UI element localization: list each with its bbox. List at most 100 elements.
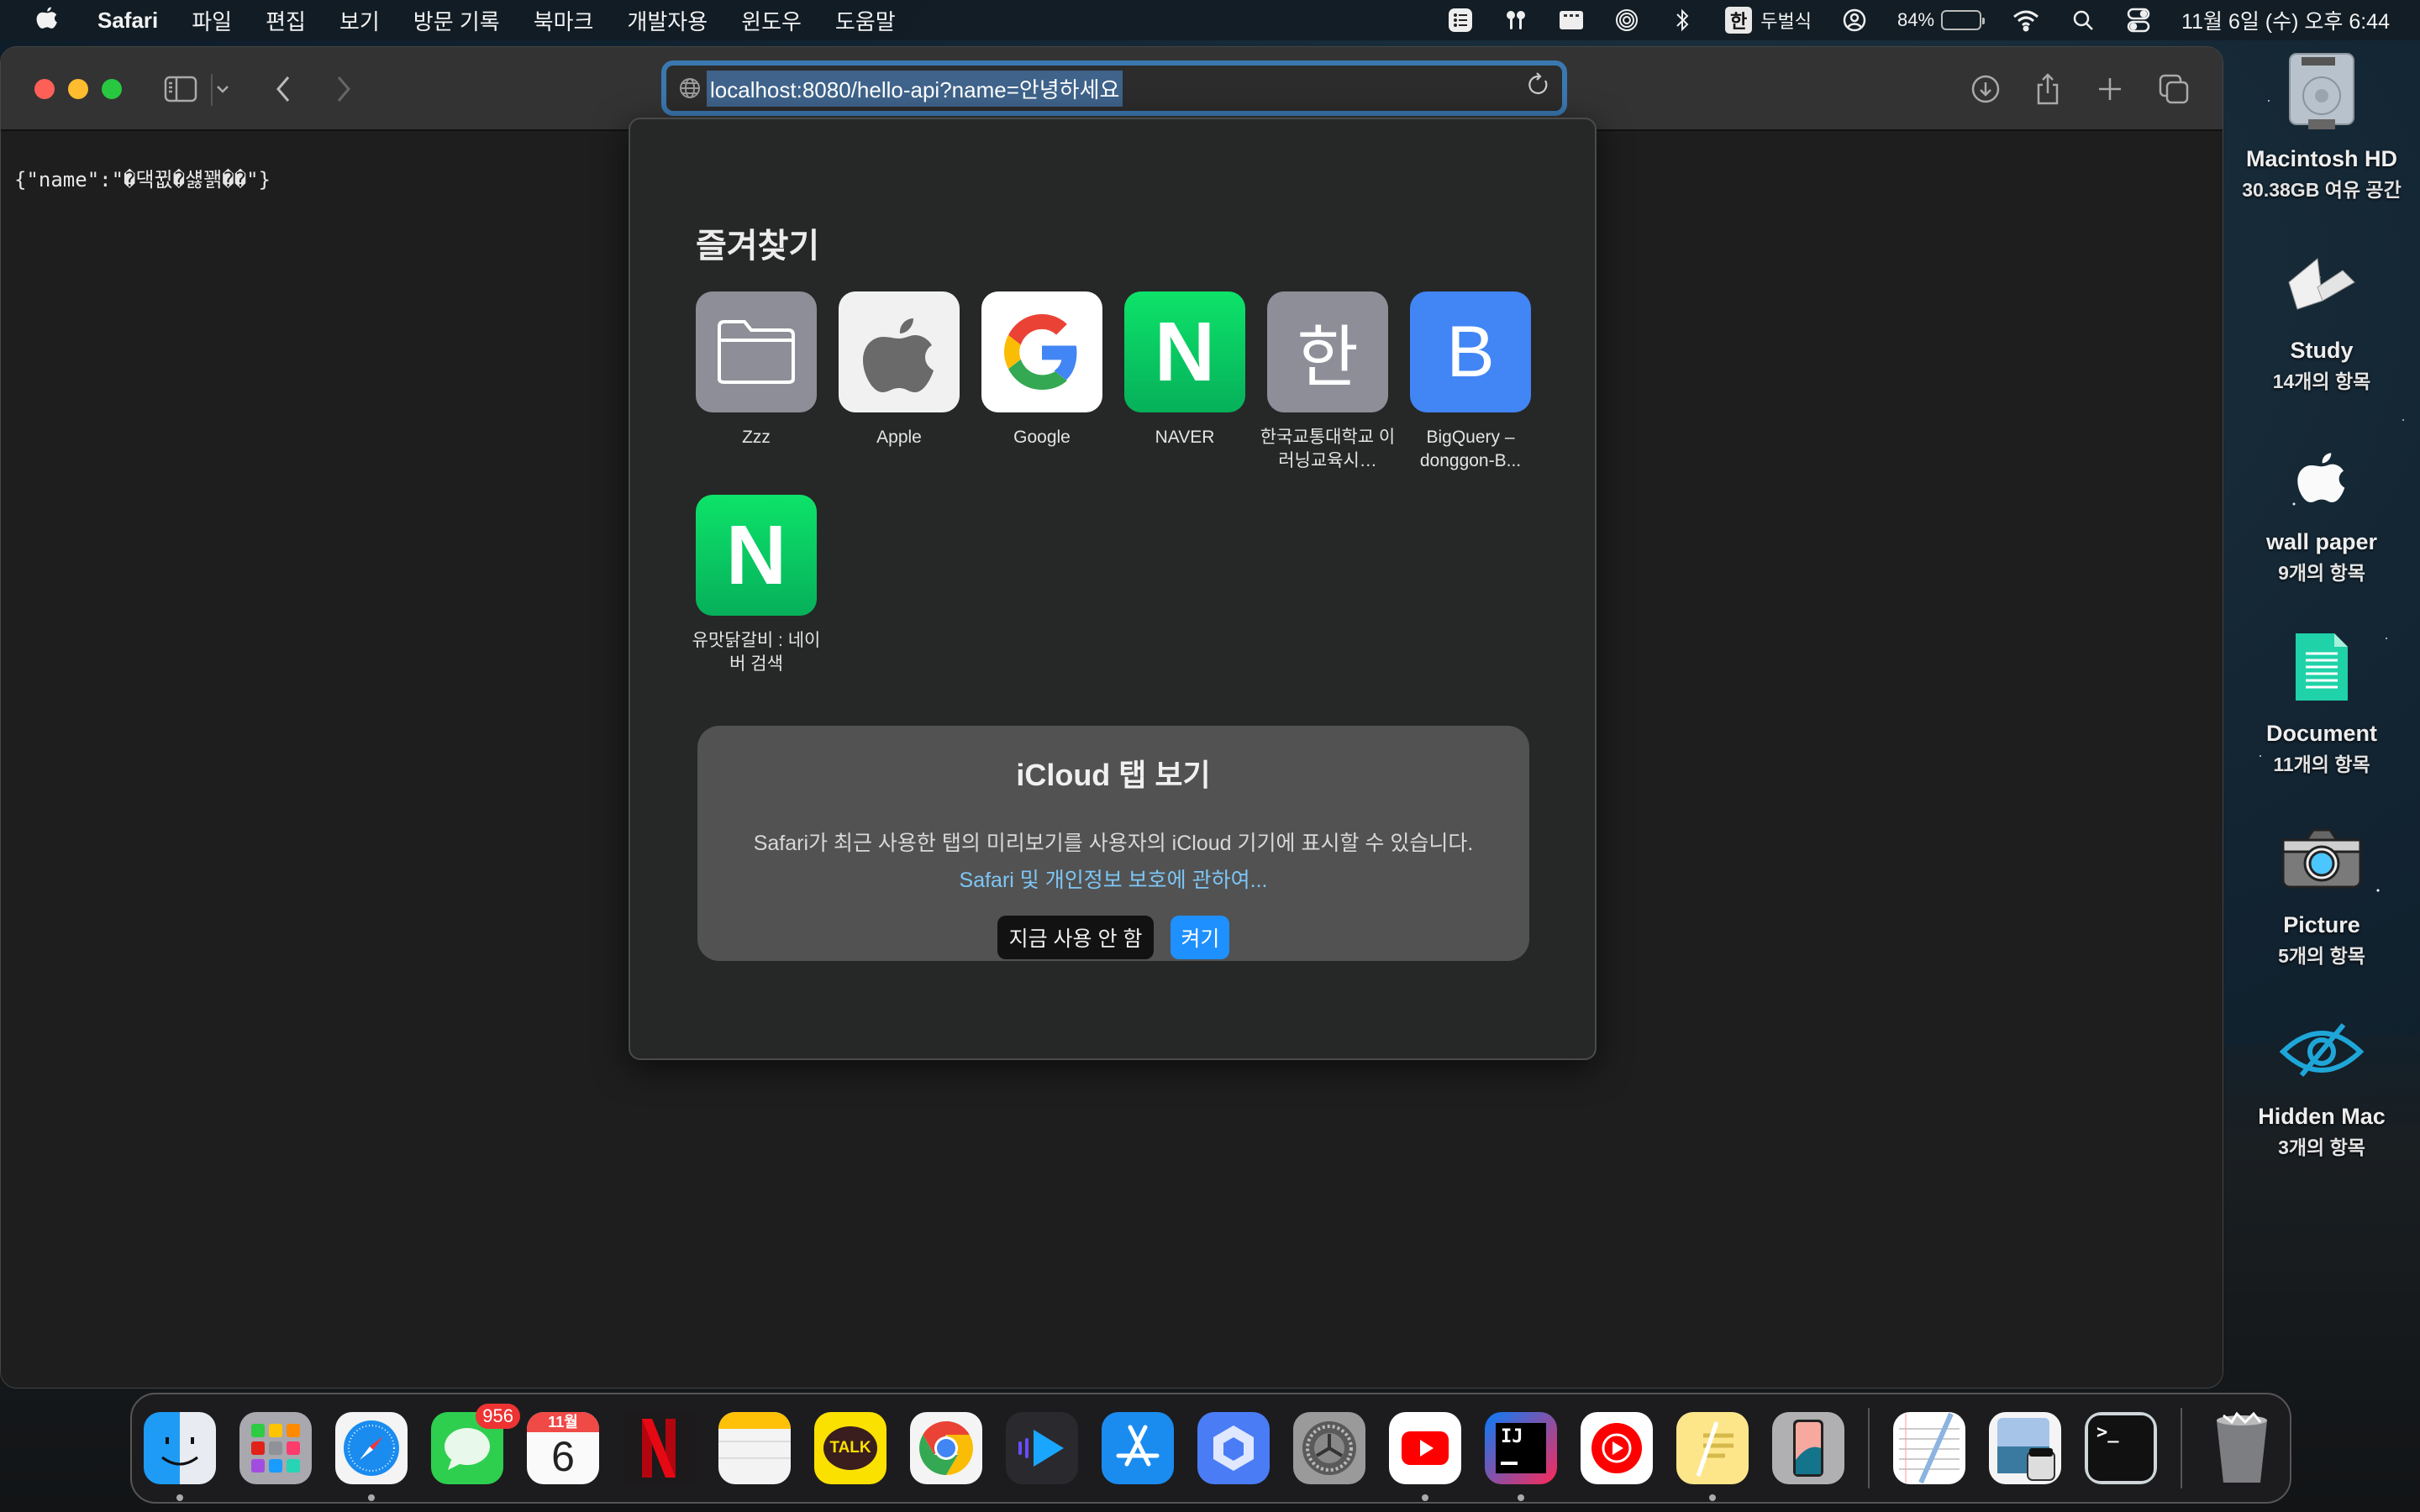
desktop-item-document[interactable]: Document 11개의 항목 [2223, 625, 2420, 777]
b-glyph: B [1446, 311, 1495, 392]
dock-launchpad[interactable] [239, 1412, 312, 1484]
apple-menu-icon[interactable] [30, 4, 64, 36]
favorite-item-apple[interactable]: Apple [839, 291, 960, 473]
control-center-icon[interactable] [2126, 8, 2151, 33]
airdrop-icon[interactable] [1614, 8, 1639, 33]
desktop-item-name: Picture [2283, 912, 2360, 937]
naver-glyph: N [725, 507, 787, 602]
chevron-left-icon [276, 76, 290, 102]
reload-button[interactable] [1527, 72, 1550, 104]
dock-terminal[interactable]: >_ [2085, 1412, 2157, 1484]
dock-toolbox[interactable] [1197, 1412, 1270, 1484]
tab-overview-button[interactable] [2154, 69, 2194, 109]
desktop-item-study[interactable]: Study 14개의 항목 [2223, 242, 2420, 394]
chevron-right-icon [337, 76, 350, 102]
running-indicator [1518, 1494, 1524, 1501]
airpods-icon[interactable] [1503, 8, 1528, 33]
user-account-icon[interactable] [1842, 8, 1867, 33]
back-button[interactable] [263, 69, 303, 109]
dock: 956 11월 6 TALK IJ >_ [130, 1393, 2291, 1504]
dock-chrome[interactable] [910, 1412, 982, 1484]
dock-system-settings[interactable] [1293, 1412, 1365, 1484]
menu-window[interactable]: 윈도우 [741, 5, 802, 36]
menu-app-name[interactable]: Safari [97, 8, 158, 34]
favorite-item-google[interactable]: Google [981, 291, 1102, 473]
favorite-label: 유맛닭갈비 : 네이버 검색 [692, 631, 821, 674]
list-icon[interactable] [1448, 8, 1473, 33]
reload-icon [1528, 72, 1548, 95]
apple-logo-icon [839, 291, 960, 412]
trash-icon [2217, 1412, 2267, 1483]
menu-develop[interactable]: 개발자용 [627, 5, 708, 36]
share-button[interactable] [2028, 69, 2068, 109]
favorite-item-zzz[interactable]: Zzz [696, 291, 817, 473]
dock-notes[interactable] [718, 1412, 791, 1484]
download-icon [1971, 75, 2000, 103]
dock-trash[interactable] [2206, 1412, 2278, 1484]
desktop-item-name: Hidden Mac [2258, 1104, 2386, 1129]
turn-on-button[interactable]: 켜기 [1171, 916, 1230, 959]
dock-app-store[interactable] [1102, 1412, 1174, 1484]
menu-edit[interactable]: 편집 [266, 5, 306, 36]
window-menu-icon[interactable] [1559, 8, 1584, 33]
privacy-link[interactable]: Safari 및 개인정보 보호에 관하여... [697, 864, 1529, 894]
minimize-window-button[interactable] [68, 79, 88, 99]
dock-infuse[interactable] [1006, 1412, 1078, 1484]
dock-messages[interactable]: 956 [431, 1404, 520, 1484]
desktop-item-picture[interactable]: Picture 5개의 항목 [2223, 816, 2420, 969]
desktop-item-macintosh-hd[interactable]: Macintosh HD 30.38GB 여유 공간 [2223, 50, 2420, 202]
wifi-icon[interactable] [2012, 8, 2040, 33]
favorite-item-naver-search[interactable]: N 유맛닭갈비 : 네이버 검색 [692, 495, 820, 676]
sidebar-toggle-button[interactable] [160, 69, 201, 109]
dock-finder[interactable] [144, 1412, 216, 1501]
desktop-item-info: 14개의 항목 [2272, 370, 2371, 392]
book-icon [2280, 242, 2364, 326]
dock-youtube[interactable] [1389, 1412, 1461, 1501]
favorite-item-naver[interactable]: N NAVER [1124, 291, 1245, 473]
folder-icon [696, 291, 817, 412]
forward-button[interactable] [324, 69, 364, 109]
bluetooth-icon[interactable] [1670, 8, 1695, 33]
netflix-icon [642, 1419, 676, 1478]
dock-youtube-music[interactable] [1581, 1412, 1653, 1484]
menu-clock[interactable]: 11월 6일 (수) 오후 6:44 [2181, 5, 2390, 35]
apple-logo-icon [2280, 433, 2364, 517]
dock-stickies[interactable] [1676, 1412, 1749, 1501]
menu-help[interactable]: 도움말 [835, 5, 896, 36]
menu-view[interactable]: 보기 [339, 5, 380, 36]
icloud-title: iCloud 탭 보기 [1016, 758, 1211, 792]
dock-netflix[interactable] [623, 1412, 695, 1484]
url-text[interactable]: localhost:8080/hello-api?name=안녕하세요 [707, 70, 1123, 107]
toolbox-hexagon-icon [1213, 1425, 1254, 1471]
not-now-button[interactable]: 지금 사용 안 함 [997, 916, 1155, 959]
dock-kakaotalk[interactable]: TALK [814, 1412, 886, 1484]
han-glyph: 한 [1297, 320, 1359, 395]
hard-drive-icon [2280, 50, 2364, 134]
spotlight-search-icon[interactable] [2070, 8, 2096, 33]
desktop-item-hidden-mac[interactable]: Hidden Mac 3개의 항목 [2223, 1008, 2420, 1160]
battery-status[interactable]: 84% [1897, 9, 1986, 31]
dock-intellij[interactable]: IJ [1485, 1412, 1557, 1501]
dock-textedit[interactable] [1893, 1412, 1965, 1484]
dock-calendar[interactable]: 11월 6 [527, 1412, 599, 1484]
desktop-item-wallpaper[interactable]: wall paper 9개의 항목 [2223, 433, 2420, 585]
dock-preview[interactable] [1989, 1412, 2061, 1484]
dock-separator [2181, 1408, 2182, 1488]
menu-history[interactable]: 방문 기록 [413, 5, 500, 36]
menu-file[interactable]: 파일 [192, 5, 232, 36]
new-tab-button[interactable] [2090, 69, 2130, 109]
dock-iphone-mirroring[interactable] [1772, 1412, 1844, 1484]
tab-group-dropdown-button[interactable] [208, 69, 238, 109]
zoom-window-button[interactable] [102, 79, 122, 99]
favorite-item-ut-elearning[interactable]: 한 한국교통대학교 이러닝교육시… [1260, 291, 1395, 473]
address-bar[interactable]: localhost:8080/hello-api?name=안녕하세요 [661, 60, 1567, 116]
downloads-button[interactable] [1965, 69, 2006, 109]
tab-overview-icon [2159, 74, 2189, 104]
close-window-button[interactable] [34, 79, 55, 99]
dock-safari[interactable] [335, 1412, 408, 1501]
favorite-label: 한국교통대학교 이러닝교육시… [1260, 428, 1396, 470]
input-method[interactable]: 한 두벌식 [1725, 7, 1812, 34]
kakao-talk-icon: TALK [823, 1426, 877, 1470]
menu-bookmarks[interactable]: 북마크 [534, 5, 594, 36]
favorite-item-bigquery[interactable]: B BigQuery – donggon-B... [1410, 291, 1531, 473]
